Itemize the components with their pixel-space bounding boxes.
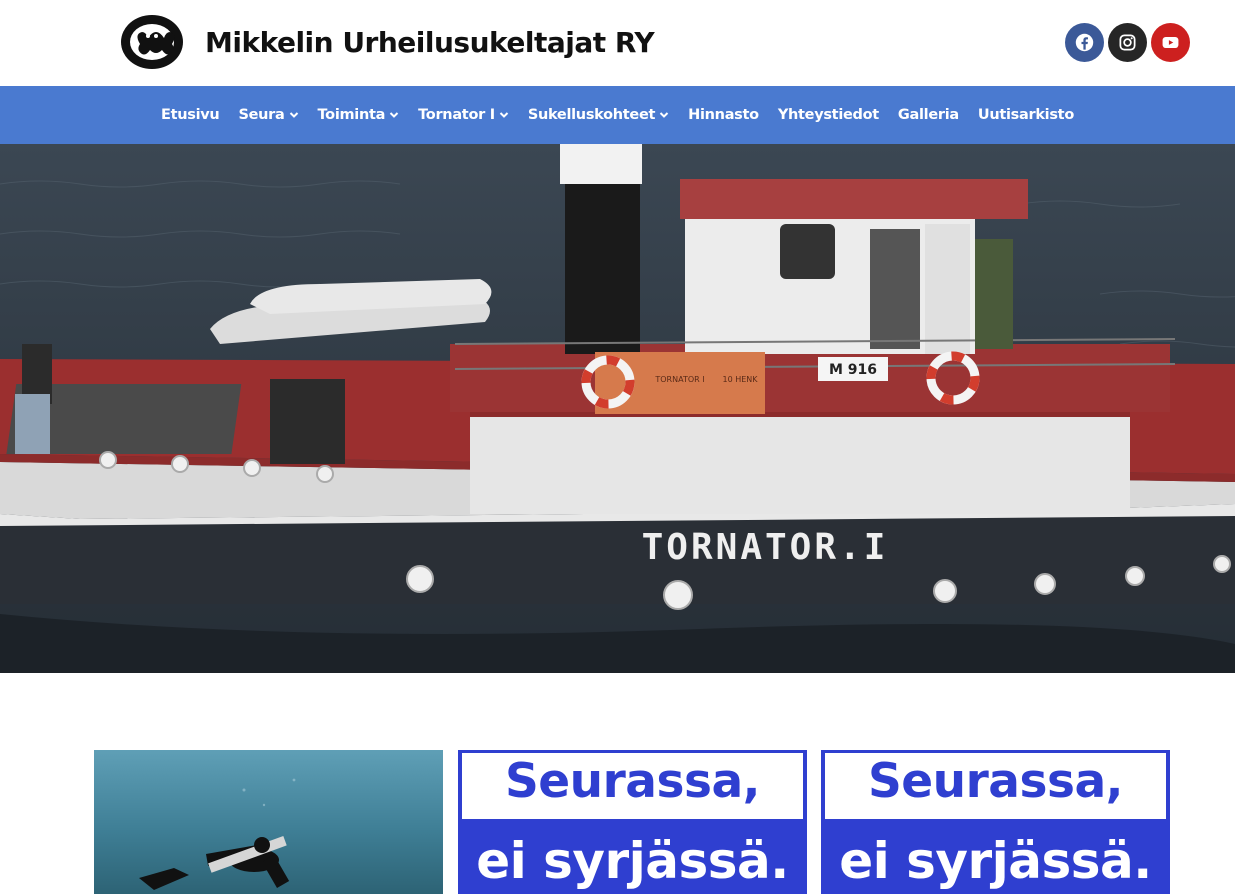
plaque-text-2: 10 HENK [722, 375, 758, 384]
banner-subline: ei syrjässä. [476, 832, 789, 890]
nav-item-label: Yhteystiedot [777, 107, 879, 123]
nav-item-tornator-i[interactable]: Tornator I [409, 107, 519, 123]
nav-item-uutisarkisto[interactable]: Uutisarkisto [968, 107, 1083, 123]
instagram-icon[interactable] [1108, 23, 1147, 62]
frog-logo-icon[interactable] [120, 14, 184, 70]
nav-item-label: Galleria [897, 107, 959, 123]
youtube-icon[interactable] [1151, 23, 1190, 62]
nav-item-label: Uutisarkisto [977, 107, 1074, 123]
nav-item-label: Hinnasto [688, 107, 759, 123]
chevron-down-icon [389, 112, 399, 118]
nav-item-sukelluskohteet[interactable]: Sukelluskohteet [518, 107, 678, 123]
chevron-down-icon [499, 112, 509, 118]
nav-item-hinnasto[interactable]: Hinnasto [679, 107, 769, 123]
nav-item-label: Seura [238, 107, 285, 123]
hero-image: M 916 TORNATOR I 10 HENK TORNATOR.I [0, 144, 1235, 673]
diver-image[interactable] [94, 750, 443, 894]
nav-item-label: Tornator I [418, 107, 495, 123]
nav-item-etusivu[interactable]: Etusivu [152, 107, 229, 123]
promo-banner[interactable]: Seurassa, ei syrjässä. [458, 750, 807, 894]
promo-banner[interactable]: Seurassa, ei syrjässä. [821, 750, 1170, 894]
banner-subline: ei syrjässä. [839, 832, 1152, 890]
facebook-icon[interactable] [1065, 23, 1104, 62]
banner-headline: Seurassa, [867, 754, 1124, 809]
chevron-down-icon [289, 112, 298, 118]
plaque-text: TORNATOR I [654, 375, 704, 384]
nav-item-seura[interactable]: Seura [229, 107, 308, 123]
nav-item-label: Toiminta [317, 107, 386, 123]
site-header: Mikkelin Urheilusukeltajat RY [0, 0, 1235, 86]
main-nav: Etusivu Seura Toiminta Tornator I Sukellusko… [0, 86, 1235, 144]
nav-item-label: Sukelluskohteet [527, 107, 656, 123]
banner-headline: Seurassa, [504, 754, 761, 809]
site-title[interactable]: Mikkelin Urheilusukeltajat RY [205, 26, 655, 59]
boat-name-text: TORNATOR.I [642, 527, 889, 568]
nav-item-galleria[interactable]: Galleria [888, 107, 968, 123]
chevron-down-icon [659, 112, 669, 118]
nav-item-toiminta[interactable]: Toiminta [308, 107, 409, 123]
nav-item-label: Etusivu [161, 107, 220, 123]
registration-text: M 916 [829, 362, 877, 378]
nav-item-yhteystiedot[interactable]: Yhteystiedot [768, 107, 888, 123]
